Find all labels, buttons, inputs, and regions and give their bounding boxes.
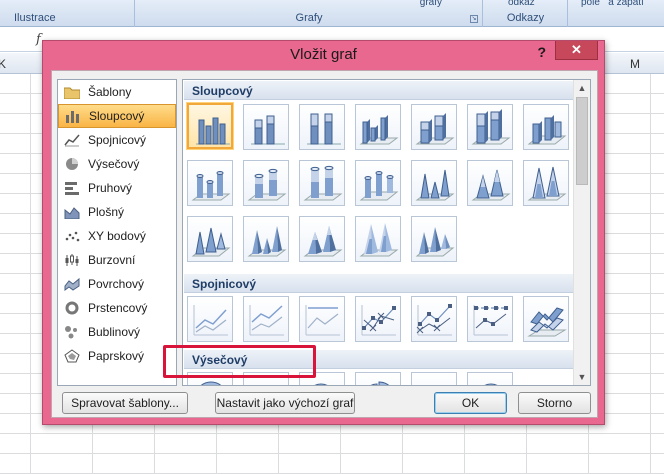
subtype-stacked-line[interactable] — [243, 296, 289, 342]
dialog-launcher-icon[interactable]: ↘ — [470, 15, 478, 23]
set-as-default-chart-button[interactable]: Nastavit jako výchozí graf — [215, 392, 355, 414]
subtype-3d-clustered-column[interactable] — [355, 104, 401, 150]
dialog-title: Vložit graf — [290, 46, 357, 63]
chart-type-label: Pruhový — [88, 181, 133, 195]
dialog-client-area: Šablony Sloupcový Spojnicový Výsečový Pr… — [51, 70, 598, 418]
bubble-chart-icon — [63, 324, 81, 340]
chart-type-label: Paprskový — [88, 349, 145, 363]
subtype-clustered-cone[interactable] — [411, 160, 457, 206]
chart-type-label: Výsečový — [88, 157, 140, 171]
chart-type-doughnut[interactable]: Prstencový — [58, 296, 176, 320]
gallery-scrollbar[interactable]: ▲ ▼ — [573, 80, 590, 385]
subtype-line-with-markers[interactable] — [355, 296, 401, 342]
chart-type-label: Burzovní — [88, 253, 136, 267]
subtype-3d-exploded-pie[interactable] — [411, 372, 457, 385]
stock-chart-icon — [63, 252, 81, 268]
chart-type-label: Plošný — [88, 205, 125, 219]
chart-type-column[interactable]: Sloupcový — [58, 104, 176, 128]
column-chart-icon — [64, 108, 82, 124]
subtype-3d-line[interactable] — [523, 296, 569, 342]
subtype-100-stacked-line-with-markers[interactable] — [467, 296, 513, 342]
column-header-k[interactable]: K — [0, 57, 6, 71]
area-chart-icon — [63, 204, 81, 220]
chart-type-radar[interactable]: Paprskový — [58, 344, 176, 368]
subtype-3d-pyramid[interactable] — [411, 216, 457, 262]
line-chart-icon — [63, 132, 81, 148]
ribbon-group-ilustrace: Ilustrace — [0, 0, 135, 27]
chart-type-surface[interactable]: Povrchový — [58, 272, 176, 296]
section-header-line: Spojnicový — [184, 274, 574, 293]
subtype-line[interactable] — [187, 296, 233, 342]
chart-type-label: Bublinový — [88, 325, 141, 339]
section-header-column: Sloupcový — [184, 81, 574, 100]
scroll-up-arrow-icon[interactable]: ▲ — [574, 80, 590, 96]
subtype-bar-of-pie[interactable] — [467, 372, 513, 385]
subtype-100-stacked-line[interactable] — [299, 296, 345, 342]
bar-chart-icon — [63, 180, 81, 196]
ribbon-group-header-footer: pole a zápatí — [569, 0, 664, 27]
chart-type-label: Povrchový — [88, 277, 145, 291]
chart-type-label: XY bodový — [88, 229, 146, 243]
chart-type-label: Prstencový — [88, 301, 148, 315]
ribbon-group-top-text: grafy — [419, 0, 442, 8]
ribbon-group-grafy: grafy Grafy ↘ — [136, 0, 483, 27]
subtype-stacked-column[interactable] — [243, 104, 289, 150]
subtype-exploded-pie[interactable] — [355, 372, 401, 385]
chart-type-list: Šablony Sloupcový Spojnicový Výsečový Pr… — [57, 79, 177, 386]
subtype-stacked-cone[interactable] — [467, 160, 513, 206]
ribbon-group-label: Odkazy — [506, 12, 545, 24]
subtype-stacked-line-with-markers[interactable] — [411, 296, 457, 342]
subtype-100-stacked-cylinder[interactable] — [299, 160, 345, 206]
subtype-stacked-pyramid[interactable] — [299, 216, 345, 262]
annotation-highlight-box — [163, 345, 316, 378]
chart-type-scatter[interactable]: XY bodový — [58, 224, 176, 248]
radar-chart-icon — [63, 348, 81, 364]
subtype-3d-cylinder[interactable] — [355, 160, 401, 206]
subtype-3d-stacked-column[interactable] — [411, 104, 457, 150]
fx-icon[interactable]: f — [36, 32, 41, 47]
chart-type-stock[interactable]: Burzovní — [58, 248, 176, 272]
insert-chart-dialog: Vložit graf ? ✕ Šablony Sloupcový Spojni… — [42, 40, 605, 425]
help-button[interactable]: ? — [537, 44, 546, 60]
chart-subtype-gallery: Sloupcový Spojnicový Výsečový ▲ ▼ — [182, 79, 591, 386]
ok-button[interactable]: OK — [434, 392, 507, 414]
subtype-3d-cone[interactable] — [187, 216, 233, 262]
surface-chart-icon — [63, 276, 81, 292]
subtype-3d-column[interactable] — [523, 104, 569, 150]
cancel-button[interactable]: Storno — [518, 392, 591, 414]
chart-type-label: Sloupcový — [89, 109, 145, 123]
ribbon: Ilustrace grafy Grafy ↘ odkaz Odkazy pol… — [0, 0, 664, 27]
scrollbar-thumb[interactable] — [576, 97, 588, 185]
close-button[interactable]: ✕ — [555, 41, 598, 60]
chart-type-area[interactable]: Plošný — [58, 200, 176, 224]
doughnut-chart-icon — [63, 300, 81, 316]
ribbon-group-label: Grafy — [295, 12, 323, 24]
folder-icon — [63, 84, 81, 100]
chart-type-label: Šablony — [88, 85, 132, 99]
column-header-m[interactable]: M — [630, 57, 640, 71]
manage-templates-button[interactable]: Spravovat šablony... — [62, 392, 188, 414]
chart-type-pie[interactable]: Výsečový — [58, 152, 176, 176]
chart-type-line[interactable]: Spojnicový — [58, 128, 176, 152]
pie-chart-icon — [63, 156, 81, 172]
subtype-100-stacked-pyramid[interactable] — [355, 216, 401, 262]
chart-type-label: Spojnicový — [88, 133, 147, 147]
subtype-3d-100-stacked-column[interactable] — [467, 104, 513, 150]
chart-type-bar[interactable]: Pruhový — [58, 176, 176, 200]
chart-type-bubble[interactable]: Bublinový — [58, 320, 176, 344]
chart-type-templates[interactable]: Šablony — [58, 80, 176, 104]
subtype-clustered-cylinder[interactable] — [187, 160, 233, 206]
subtype-stacked-cylinder[interactable] — [243, 160, 289, 206]
subtype-clustered-pyramid[interactable] — [243, 216, 289, 262]
ribbon-group-top-text: odkaz — [508, 0, 535, 8]
scatter-chart-icon — [63, 228, 81, 244]
subtype-100-stacked-column[interactable] — [299, 104, 345, 150]
ribbon-group-top-text: pole a zápatí — [581, 0, 644, 8]
subtype-100-stacked-cone[interactable] — [523, 160, 569, 206]
scroll-down-arrow-icon[interactable]: ▼ — [574, 369, 590, 385]
subtype-clustered-column[interactable] — [187, 103, 233, 149]
ribbon-group-label: Ilustrace — [14, 12, 56, 24]
ribbon-group-odkazy: odkaz Odkazy — [484, 0, 568, 27]
